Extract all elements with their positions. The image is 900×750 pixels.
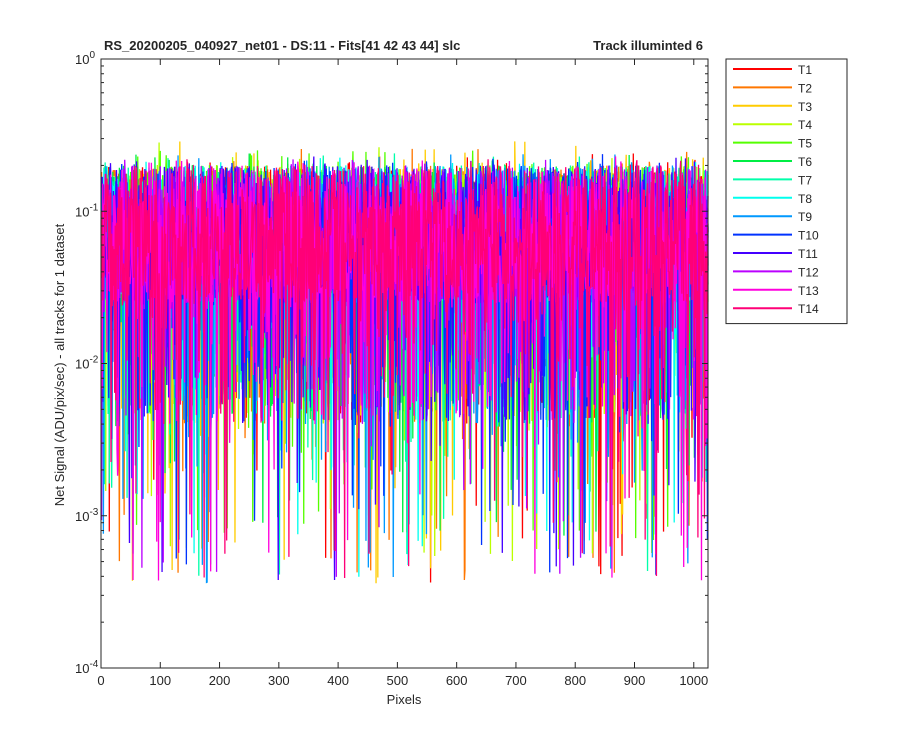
legend-label-t13: T13	[798, 284, 819, 298]
x-tick-label: 600	[446, 673, 468, 688]
plot-area: 0 100 200 300 400 500 600 700 800 900 100010-410-3…	[75, 50, 709, 688]
legend-label-t8: T8	[798, 192, 812, 206]
x-tick-label: 500	[387, 673, 409, 688]
legend-box	[725, 58, 848, 325]
y-axis-label: Net Signal (ADU/pix/sec) - all tracks fo…	[52, 223, 67, 506]
figure: 0 100 200 300 400 500 600 700 800 900 100010-410-3…	[0, 0, 900, 750]
legend-label-t14: T14	[798, 302, 819, 316]
x-tick-label: 200	[209, 673, 231, 688]
legend-label-t5: T5	[798, 137, 812, 151]
x-tick-label: 700	[505, 673, 527, 688]
x-tick-label: 400	[327, 673, 349, 688]
legend-label-t9: T9	[798, 210, 812, 224]
legend-label-t3: T3	[798, 100, 812, 114]
legend: T1 T2 T3 T4 T5 T6 T7 T8 T9 T10 T11 T12 T13 T14	[725, 58, 848, 325]
legend-label-t2: T2	[798, 81, 812, 95]
legend-label-t6: T6	[798, 155, 812, 169]
x-tick-label: 100	[149, 673, 171, 688]
x-tick-label: 900	[624, 673, 646, 688]
x-axis-label: Pixels	[387, 692, 422, 707]
x-tick-label: 800	[564, 673, 586, 688]
legend-label-t1: T1	[798, 63, 812, 77]
x-tick-label: 300	[268, 673, 290, 688]
chart-title-track: Track illuminted 6	[593, 38, 703, 53]
chart-title: RS_20200205_040927_net01 - DS:11 - Fits[…	[104, 38, 460, 53]
legend-label-t12: T12	[798, 265, 819, 279]
legend-label-t10: T10	[798, 229, 819, 243]
legend-label-t7: T7	[798, 173, 812, 187]
x-tick-label: 1000	[679, 673, 708, 688]
legend-label-t4: T4	[798, 118, 812, 132]
x-tick-label: 0	[97, 673, 104, 688]
legend-label-t11: T11	[798, 247, 818, 261]
